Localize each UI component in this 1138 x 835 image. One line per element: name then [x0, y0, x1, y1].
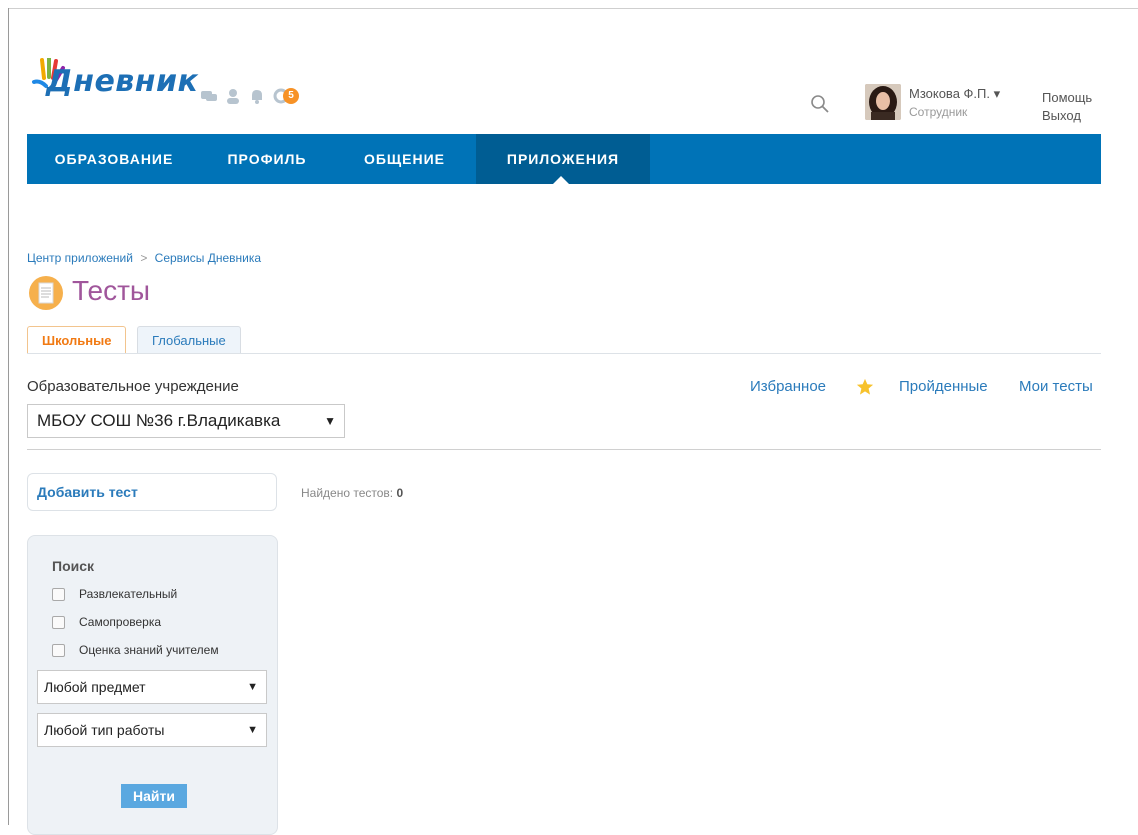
avatar[interactable] [865, 84, 901, 120]
tab-school[interactable]: Школьные [27, 326, 127, 354]
checkbox-label: Самопроверка [79, 615, 162, 629]
checkbox-self-check[interactable]: Самопроверка [52, 615, 161, 629]
checkbox-box[interactable] [52, 643, 65, 657]
chat-icon[interactable] [200, 88, 218, 104]
nav-item-profile[interactable]: ПРОФИЛЬ [201, 134, 333, 184]
logo-text: Дневник [46, 64, 199, 99]
dropdown-arrow-icon: ▼ [247, 724, 258, 736]
favorites-link[interactable]: Избранное [750, 378, 826, 395]
nav-item-education[interactable]: ОБРАЗОВАНИЕ [27, 134, 201, 184]
work-type-select[interactable]: Любой тип работы ▼ [37, 713, 267, 747]
subject-select-value: Любой предмет [44, 679, 146, 695]
nav-item-communication[interactable]: ОБЩЕНИЕ [333, 134, 476, 184]
document-icon [29, 276, 63, 310]
breadcrumb-app-center[interactable]: Центр приложений [27, 251, 133, 265]
help-link[interactable]: Помощь [1042, 90, 1092, 105]
org-select-value: МБОУ СОШ №36 г.Владикавка [37, 411, 281, 430]
subject-select[interactable]: Любой предмет ▼ [37, 670, 267, 704]
user-icon[interactable] [224, 88, 242, 104]
search-title: Поиск [52, 558, 95, 574]
chevron-down-icon: ▾ [993, 86, 1001, 101]
find-button[interactable]: Найти [121, 784, 187, 808]
tabs-divider [27, 353, 1101, 354]
section-divider [27, 449, 1101, 450]
add-test-button[interactable]: Добавить тест [27, 473, 277, 511]
work-type-select-value: Любой тип работы [44, 722, 165, 738]
checkbox-label: Оценка знаний учителем [79, 643, 219, 657]
notification-badge[interactable]: 5 [283, 88, 299, 104]
user-name[interactable]: Мзокова Ф.П. ▾ [909, 86, 1000, 102]
breadcrumb-diary-services[interactable]: Сервисы Дневника [155, 251, 261, 265]
found-count-value: 0 [396, 486, 404, 500]
search-icon[interactable] [810, 94, 830, 114]
checkbox-box[interactable] [52, 615, 65, 629]
tab-global[interactable]: Глобальные [137, 326, 241, 354]
page-title: Тесты [72, 275, 151, 306]
star-icon[interactable] [856, 378, 874, 396]
header-icons [200, 88, 290, 104]
checkbox-label: Развлекательный [79, 587, 178, 601]
nav-active-arrow [553, 176, 569, 184]
logout-link[interactable]: Выход [1042, 108, 1081, 123]
found-count: Найдено тестов: 0 [301, 486, 404, 500]
dropdown-arrow-icon: ▼ [324, 414, 336, 428]
breadcrumb-separator: > [140, 251, 148, 265]
checkbox-box[interactable] [52, 587, 65, 601]
org-select[interactable]: МБОУ СОШ №36 г.Владикавка ▼ [27, 404, 345, 438]
org-label: Образовательное учреждение [27, 378, 239, 395]
breadcrumb: Центр приложений > Сервисы Дневника [27, 251, 261, 265]
window-frame-top [8, 8, 1138, 9]
bell-icon[interactable] [248, 88, 266, 104]
window-frame-left [8, 8, 9, 825]
completed-link[interactable]: Пройденные [899, 378, 988, 395]
user-role: Сотрудник [909, 105, 968, 119]
my-tests-link[interactable]: Мои тесты [1019, 378, 1093, 395]
checkbox-teacher-assessment[interactable]: Оценка знаний учителем [52, 643, 219, 657]
checkbox-entertainment[interactable]: Развлекательный [52, 587, 177, 601]
dropdown-arrow-icon: ▼ [247, 681, 258, 693]
